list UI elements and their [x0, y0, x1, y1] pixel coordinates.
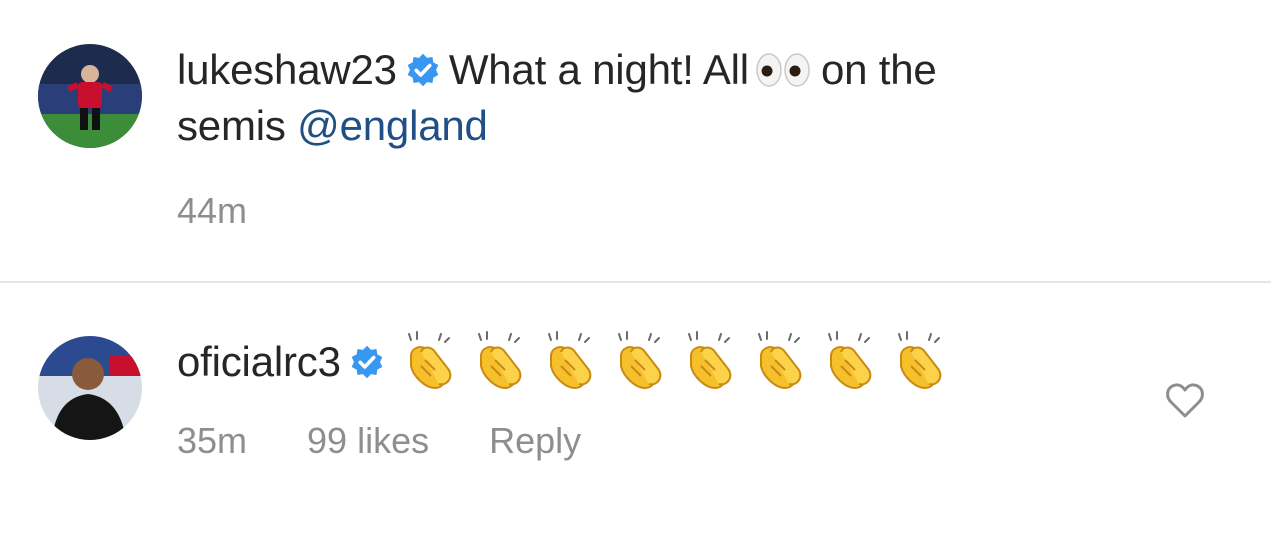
- verified-badge-icon: [351, 345, 383, 379]
- clapping-hands-icon: [617, 331, 661, 390]
- mention-link[interactable]: @england: [297, 102, 488, 149]
- post-username[interactable]: lukeshaw23: [177, 46, 397, 93]
- post-caption: lukeshaw23 What a night! All on the semis…: [0, 0, 1271, 282]
- avatar-photo-icon: [38, 336, 142, 440]
- caption-part-1: What a night! All: [448, 46, 749, 93]
- clapping-hands-icon: [547, 331, 591, 390]
- clapping-hands-emoji-row: [397, 330, 951, 394]
- comment-username[interactable]: oficialrc3: [177, 338, 341, 385]
- avatar-lukeshaw23[interactable]: [38, 44, 142, 148]
- eyes-emoji-icon: [756, 53, 810, 87]
- avatar-photo-icon: [38, 44, 142, 148]
- clapping-hands-icon: [757, 331, 801, 390]
- likes-count[interactable]: 99 likes: [307, 420, 429, 462]
- avatar-oficialrc3[interactable]: [38, 336, 142, 440]
- caption-part-2: on the: [820, 46, 937, 93]
- divider: [0, 281, 1271, 283]
- heart-icon[interactable]: [1165, 381, 1205, 419]
- clapping-hands-icon: [827, 331, 871, 390]
- caption-text: lukeshaw23 What a night! All on the semis…: [177, 42, 1157, 154]
- post-meta: 44m: [177, 190, 247, 232]
- comment-text: oficialrc3: [177, 330, 1157, 400]
- comment-timestamp: 35m: [177, 420, 248, 461]
- clapping-hands-icon: [407, 331, 451, 390]
- verified-badge-icon: [407, 53, 439, 87]
- reply-button[interactable]: Reply: [489, 420, 581, 462]
- comment-meta: 35m 99 likes Reply: [177, 420, 581, 462]
- clapping-hands-icon: [687, 331, 731, 390]
- caption-part-3: semis: [177, 102, 286, 149]
- clapping-hands-icon: [897, 331, 941, 390]
- post-timestamp: 44m: [177, 190, 248, 231]
- clapping-hands-icon: [477, 331, 521, 390]
